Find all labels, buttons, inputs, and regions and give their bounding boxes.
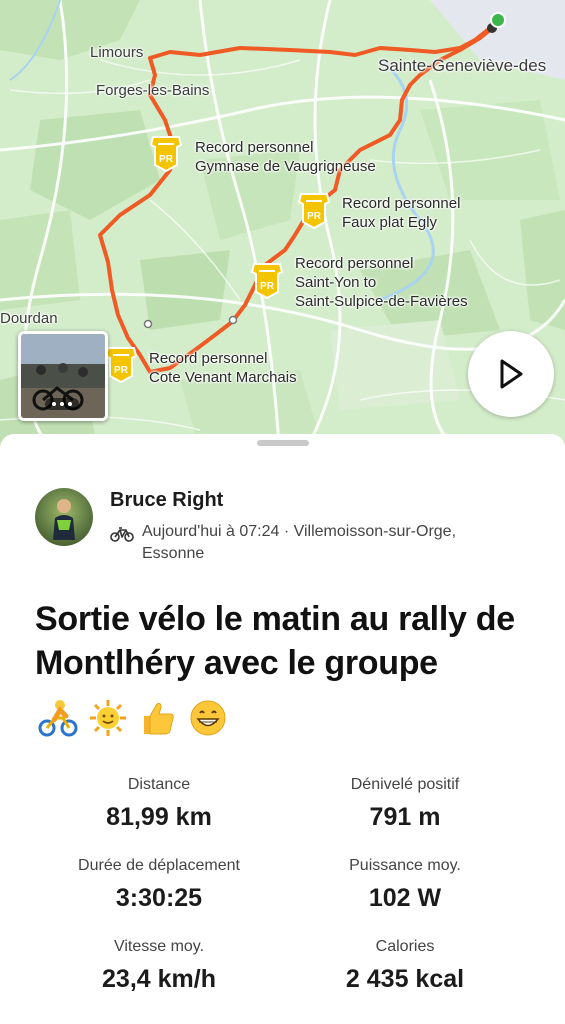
stat-calories: Calories 2 435 kcal <box>345 938 465 993</box>
pr-badge-icon[interactable]: PR <box>149 135 183 173</box>
route-map[interactable]: Limours Forges-les-Bains Sainte-Genevièv… <box>0 0 565 460</box>
athlete-name[interactable]: Bruce Right <box>110 489 223 512</box>
stat-distance: Distance 81,99 km <box>106 776 212 831</box>
sheet-drag-handle[interactable] <box>257 440 309 446</box>
record-label: Record personnel Faux plat Egly <box>342 195 461 231</box>
pr-badge-icon[interactable]: PR <box>104 346 138 384</box>
activity-photo-thumbnail[interactable] <box>18 331 108 421</box>
photo-carousel-dots <box>45 398 79 410</box>
record-label: Record personnel Cote Venant Marchais <box>149 350 297 386</box>
pr-badge-icon[interactable]: PR <box>250 262 284 300</box>
avatar[interactable] <box>35 488 93 546</box>
record-label: Record personnel Saint-Yon to Saint-Sulpic… <box>295 255 468 310</box>
grin-emoji <box>190 700 226 736</box>
place-label-dourdan: Dourdan <box>0 310 58 327</box>
stat-avg-power: Puissance moy. 102 W <box>349 857 461 912</box>
cyclist-emoji <box>38 700 78 737</box>
place-label-limours: Limours <box>90 44 144 61</box>
stat-elevation-gain: Dénivelé positif 791 m <box>350 776 460 831</box>
sun-emoji <box>90 700 126 736</box>
place-label-sainte-genevieve: Sainte-Geneviève-des <box>378 56 547 75</box>
place-label-forges: Forges-les-Bains <box>96 82 210 99</box>
avatar-image <box>53 499 75 540</box>
stat-moving-time: Durée de déplacement 3:30:25 <box>78 857 240 912</box>
activity-details-sheet: Bruce Right Aujourd'hui à 07:24 · Villem… <box>0 434 565 1024</box>
title-emojis <box>38 696 228 740</box>
bike-icon <box>110 527 134 542</box>
svg-text:PR: PR <box>307 211 322 222</box>
play-flyover-button[interactable] <box>468 331 554 417</box>
record-label: Record personnel Gymnase de Vaugrigneuse <box>195 139 376 175</box>
thumbs-up-emoji <box>144 702 174 735</box>
activity-meta: Aujourd'hui à 07:24 · Villemoisson-sur-O… <box>142 523 457 562</box>
svg-text:PR: PR <box>159 154 174 165</box>
play-icon <box>500 359 523 389</box>
svg-text:PR: PR <box>260 281 275 292</box>
stat-avg-speed: Vitesse moy. 23,4 km/h <box>102 938 216 993</box>
pr-badge-icon[interactable]: PR <box>297 192 331 230</box>
svg-text:PR: PR <box>114 365 129 376</box>
activity-title: Sortie vélo le matin au rally de Montlhé… <box>35 600 515 682</box>
